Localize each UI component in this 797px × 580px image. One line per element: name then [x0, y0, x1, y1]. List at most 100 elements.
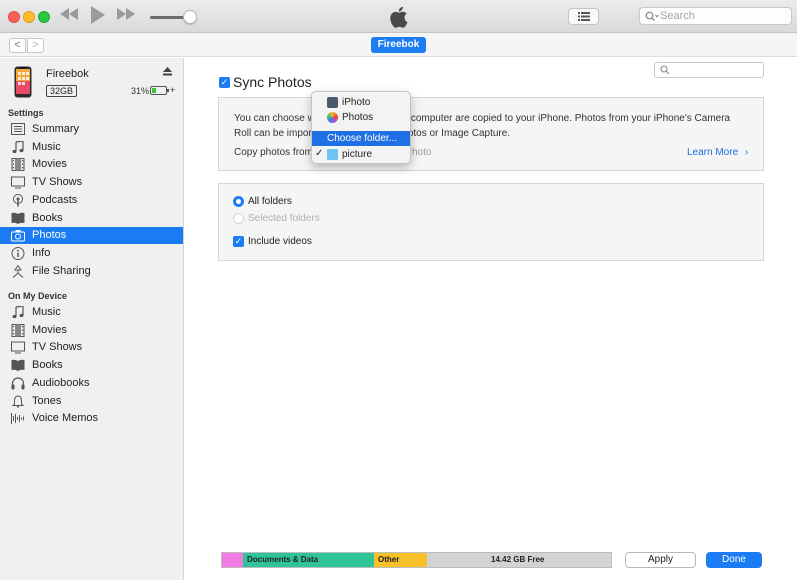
sidebar-item-audiobooks[interactable]: Audiobooks	[0, 375, 183, 392]
storage-segment-free: 14.42 GB Free	[427, 553, 611, 567]
title-bar	[0, 0, 797, 33]
volume-slider-knob[interactable]	[183, 10, 197, 24]
content-search-field[interactable]	[654, 62, 764, 78]
book-icon	[11, 212, 25, 225]
sidebar-item-label: Books	[32, 211, 63, 224]
music-note-icon	[11, 305, 25, 319]
done-button[interactable]: Done	[706, 552, 762, 568]
learn-more-label: Learn More	[687, 147, 739, 158]
sidebar-item-label: TV Shows	[32, 176, 83, 189]
sidebar-item-label: Music	[32, 140, 61, 153]
description-line2-left: Roll can be impor	[234, 128, 312, 139]
book-icon	[11, 359, 25, 372]
storage-segment-media	[222, 553, 243, 567]
sidebar-item-photos[interactable]: Photos	[0, 227, 183, 245]
sidebar-item-music[interactable]: Music	[0, 304, 183, 321]
music-note-icon	[11, 139, 25, 154]
chevron-right-icon: ›	[744, 147, 749, 158]
zoom-window-button[interactable]	[38, 11, 50, 23]
apple-logo-icon	[388, 5, 408, 32]
sidebar-item-podcasts[interactable]: Podcasts	[0, 192, 183, 209]
description-line1-left: You can choose w	[234, 113, 315, 124]
sidebar-item-info[interactable]: Info	[0, 245, 183, 262]
search-icon	[645, 11, 659, 21]
source-select-partial[interactable]: hoto	[412, 147, 431, 158]
camera-icon	[11, 229, 25, 242]
include-videos-checkbox[interactable]: ✓	[233, 236, 244, 247]
sync-photos-checkbox[interactable]: ✓	[219, 77, 230, 88]
sidebar: Fireebok 32GB 31% + Settings Summary Musi…	[0, 58, 184, 580]
sidebar-item-label: Audiobooks	[32, 376, 90, 389]
learn-more-link[interactable]: Learn More ›	[687, 147, 748, 158]
folder-icon	[327, 149, 338, 160]
apply-button[interactable]: Apply	[625, 552, 696, 568]
menu-item-photos[interactable]: Photos	[312, 110, 410, 125]
sidebar-item-tones[interactable]: Tones	[0, 393, 183, 410]
sidebar-item-books[interactable]: Books	[0, 357, 183, 374]
sidebar-item-label: Photos	[32, 229, 67, 242]
search-input[interactable]	[660, 9, 788, 23]
rewind-icon[interactable]	[60, 8, 78, 20]
tv-icon	[11, 341, 25, 354]
all-folders-label[interactable]: All folders	[248, 196, 292, 207]
folder-options-panel: All folders Selected folders ✓ Include v…	[218, 183, 764, 261]
sidebar-item-label: Podcasts	[32, 193, 78, 206]
close-window-button[interactable]	[8, 11, 20, 23]
forward-button[interactable]: >	[27, 38, 44, 53]
headphones-icon	[11, 377, 25, 390]
sidebar-item-label: Movies	[32, 158, 67, 171]
menu-item-choose-folder[interactable]: Choose folder...	[312, 131, 410, 146]
bell-icon	[11, 394, 25, 408]
sidebar-item-movies[interactable]: Movies	[0, 322, 183, 339]
on-my-device-section-header: On My Device	[8, 291, 68, 301]
sidebar-item-summary[interactable]: Summary	[0, 121, 183, 138]
voice-memo-icon	[11, 412, 25, 425]
sidebar-item-books[interactable]: Books	[0, 210, 183, 227]
include-videos-label[interactable]: Include videos	[248, 236, 312, 247]
file-sharing-icon	[11, 264, 25, 278]
storage-segment-documents: Documents & Data	[243, 553, 374, 567]
tv-icon	[11, 176, 25, 189]
sidebar-item-music[interactable]: Music	[0, 139, 183, 156]
description-line2-right: otos or Image Capture.	[407, 128, 511, 139]
sidebar-item-tv-shows[interactable]: TV Shows	[0, 174, 183, 191]
storage-capacity-bar: Documents & Data Other 14.42 GB Free	[221, 552, 612, 568]
fast-forward-icon[interactable]	[117, 8, 135, 20]
sync-photos-title: Sync Photos	[233, 74, 312, 90]
copy-photos-from-label: Copy photos from	[234, 147, 313, 158]
sidebar-item-label: File Sharing	[32, 264, 91, 277]
play-icon[interactable]	[91, 6, 105, 24]
search-icon	[660, 65, 670, 75]
device-name: Fireebok	[46, 68, 89, 80]
search-field[interactable]	[639, 7, 792, 25]
charging-indicator: +	[170, 85, 176, 95]
sidebar-item-tv-shows[interactable]: TV Shows	[0, 339, 183, 356]
sidebar-item-file-sharing[interactable]: File Sharing	[0, 263, 183, 280]
photo-source-panel: You can choose w computer are copied to y…	[218, 97, 764, 171]
battery-level-fill	[152, 88, 157, 93]
sidebar-item-label: TV Shows	[32, 341, 83, 354]
all-folders-radio[interactable]	[233, 196, 244, 207]
sidebar-item-label: Music	[32, 306, 61, 318]
menu-item-picture[interactable]: ✓ picture	[312, 147, 410, 162]
summary-icon	[11, 123, 25, 136]
list-view-button[interactable]	[568, 8, 599, 25]
sidebar-item-movies[interactable]: Movies	[0, 156, 183, 173]
sidebar-item-label: Books	[32, 359, 63, 372]
menu-item-iphoto[interactable]: iPhoto	[312, 95, 410, 110]
sidebar-item-voice-memos[interactable]: Voice Memos	[0, 410, 183, 427]
eject-icon[interactable]	[163, 67, 172, 78]
checkmark-icon: ✓	[315, 148, 324, 159]
selected-folders-label[interactable]: Selected folders	[248, 213, 320, 224]
list-icon	[578, 12, 590, 21]
settings-section-header: Settings	[8, 108, 44, 118]
minimize-window-button[interactable]	[23, 11, 35, 23]
selected-folders-radio[interactable]	[233, 213, 244, 224]
back-button[interactable]: <	[9, 38, 26, 53]
sidebar-item-label: Tones	[32, 394, 62, 407]
device-button[interactable]: Fireebok	[371, 37, 426, 53]
menu-item-label: picture	[342, 149, 373, 160]
battery-tip	[167, 89, 169, 92]
iphoto-icon	[327, 97, 338, 108]
menu-item-label: Photos	[342, 112, 374, 123]
